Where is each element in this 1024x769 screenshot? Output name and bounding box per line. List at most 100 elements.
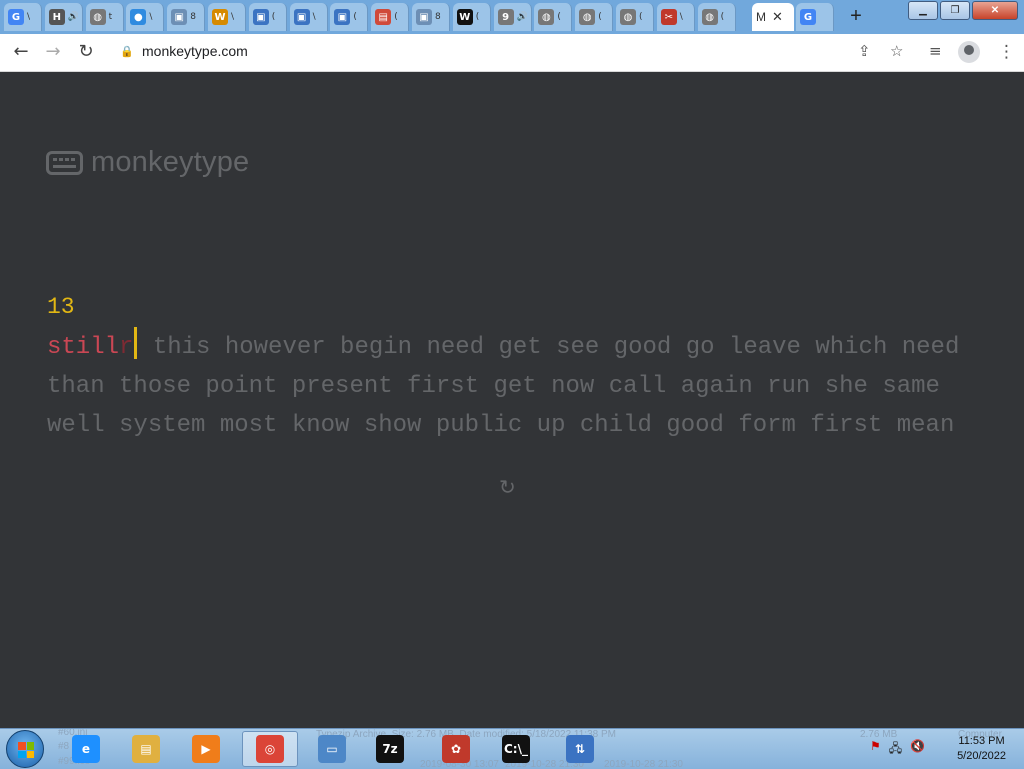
volume-muted-icon[interactable]: 🔇: [910, 739, 925, 760]
tab-title: 🔊: [516, 12, 528, 22]
taskbar-file-explorer[interactable]: ▤: [118, 731, 174, 767]
google-icon: G: [800, 9, 816, 25]
taskbar-network-app[interactable]: ⇅: [552, 731, 608, 767]
logo[interactable]: monkeytype: [46, 146, 249, 179]
minimize-button[interactable]: ▁: [908, 1, 938, 20]
taskbar-settings-app[interactable]: ✿: [428, 731, 484, 767]
tab-title: (: [353, 12, 357, 22]
tab-favicon-icon: W: [212, 9, 228, 25]
system-tray: ⚑ 🖧 🔇: [870, 739, 925, 760]
browser-tab[interactable]: ▤(: [371, 3, 410, 31]
browser-tab[interactable]: G \: [4, 3, 42, 31]
tab-favicon-icon: ▣: [334, 9, 351, 25]
command-prompt-icon: C:\_: [502, 735, 530, 763]
browser-tab[interactable]: ◍ t: [85, 3, 124, 31]
tab-favicon-icon: ◍: [620, 9, 636, 25]
tab-title: (: [475, 12, 480, 22]
tab-favicon-icon: 9: [497, 9, 514, 25]
share-icon[interactable]: ⇪: [858, 42, 871, 60]
taskbar-command-prompt[interactable]: C:\_: [488, 731, 544, 767]
browser-tab[interactable]: ▣(: [248, 3, 287, 31]
restore-button[interactable]: ❐: [940, 1, 970, 20]
system-clock[interactable]: 11:53 PM 5/20/2022: [957, 734, 1006, 764]
tab-title: \: [312, 12, 316, 22]
restart-icon[interactable]: ↻: [499, 475, 516, 499]
taskbar-internet-explorer[interactable]: e: [58, 731, 114, 767]
close-window-button[interactable]: ✕: [972, 1, 1018, 20]
taskbar-7zip[interactable]: 7z: [362, 731, 418, 767]
profile-avatar[interactable]: [958, 41, 980, 63]
clock-date: 5/20/2022: [957, 750, 1006, 762]
browser-tab[interactable]: G: [796, 3, 834, 31]
tab-favicon-icon: ▣: [171, 9, 188, 25]
tab-favicon-icon: ●: [130, 9, 147, 25]
internet-explorer-icon: e: [72, 735, 100, 763]
network-app-icon: ⇅: [566, 735, 594, 763]
network-icon[interactable]: 🖧: [889, 739, 902, 760]
tab-title: \: [27, 12, 31, 22]
photo-viewer-icon: ▭: [318, 735, 346, 763]
browser-tab[interactable]: ▣ 8: [412, 3, 450, 31]
tab-title: (: [598, 12, 602, 22]
media-control-icon[interactable]: ≡: [929, 42, 942, 60]
browser-tab[interactable]: ◍(: [616, 3, 654, 31]
taskbar-media-player[interactable]: ▶: [178, 731, 234, 767]
tab-title: 🔊: [67, 12, 80, 22]
tab-title: M: [756, 10, 766, 24]
browser-tab[interactable]: ▣ 8: [167, 3, 206, 31]
back-button[interactable]: ←: [8, 40, 34, 64]
browser-tab[interactable]: ● \: [126, 3, 165, 31]
tab-title: (: [720, 12, 725, 22]
tab-title: (: [557, 12, 561, 22]
browser-tab[interactable]: W(: [452, 3, 491, 31]
tab-monkeytype-active[interactable]: M ✕: [752, 3, 794, 31]
tab-title: (: [639, 12, 643, 22]
forward-button[interactable]: →: [40, 40, 66, 64]
browser-tab[interactable]: W \: [208, 3, 246, 31]
tab-favicon-icon: ◍: [579, 9, 596, 25]
typing-test-words[interactable]: stillr this however begin need get see g…: [47, 327, 959, 445]
new-tab-button[interactable]: +: [842, 6, 870, 28]
browser-tab[interactable]: ✂ \: [656, 3, 695, 31]
tab-favicon-icon: G: [8, 9, 24, 25]
taskbar-chrome[interactable]: ◎: [242, 731, 298, 767]
browser-tab[interactable]: ▣ \: [289, 3, 328, 31]
tab-favicon-icon: W: [456, 9, 473, 25]
tab-favicon-icon: H: [48, 9, 65, 25]
browser-tab[interactable]: ◍(: [534, 3, 573, 31]
file-explorer-icon: ▤: [132, 735, 160, 763]
reload-button[interactable]: ↻: [73, 40, 99, 64]
tab-title: \: [149, 12, 153, 22]
tab-favicon-icon: ▣: [293, 9, 310, 25]
close-tab-icon[interactable]: ✕: [772, 9, 783, 25]
url-text: monkeytype.com: [142, 43, 248, 59]
tab-favicon-icon: ◍: [89, 9, 106, 25]
bookmark-star-icon[interactable]: ☆: [890, 42, 903, 60]
start-button[interactable]: [6, 730, 44, 768]
chrome-icon: ◎: [256, 735, 284, 763]
word-line-2: than those point present first get now c…: [47, 373, 940, 400]
word-counter: 13: [47, 294, 75, 320]
browser-tab[interactable]: H 🔊: [44, 3, 83, 31]
7zip-icon: 7z: [376, 735, 404, 763]
tab-title: 8: [190, 12, 196, 22]
taskbar-photo-viewer[interactable]: ▭: [304, 731, 360, 767]
browser-tab[interactable]: 9 🔊: [493, 3, 532, 31]
address-bar[interactable]: 🔒 monkeytype.com: [110, 38, 840, 66]
tab-title: t: [108, 12, 113, 22]
action-center-icon[interactable]: ⚑: [870, 739, 881, 760]
word-line-3: well system most know show public up chi…: [47, 412, 955, 439]
browser-tab[interactable]: ◍(: [575, 3, 614, 31]
word-line-1: stillr this however begin need get see g…: [47, 327, 959, 367]
extra-char: r: [119, 334, 134, 361]
tab-title: (: [271, 12, 276, 22]
browser-tab[interactable]: ▣(: [330, 3, 369, 31]
browser-tab[interactable]: ◍(: [697, 3, 736, 31]
tab-title: (: [394, 12, 398, 22]
tab-title: \: [231, 12, 235, 22]
browser-toolbar: ← → ↻ 🔒 monkeytype.com ⇪ ☆ ≡ ⋮: [0, 34, 1024, 72]
menu-icon[interactable]: ⋮: [998, 42, 1015, 62]
lock-icon: 🔒: [120, 46, 134, 58]
tab-strip: + ▁ ❐ ✕ G \ H 🔊 ◍ t ● \ ▣ 8 W \ ▣(▣ \ ▣(▤(▣ 8 W(9 🔊 ◍(◍(◍(…: [0, 0, 1024, 34]
tab-title: \: [679, 12, 683, 22]
